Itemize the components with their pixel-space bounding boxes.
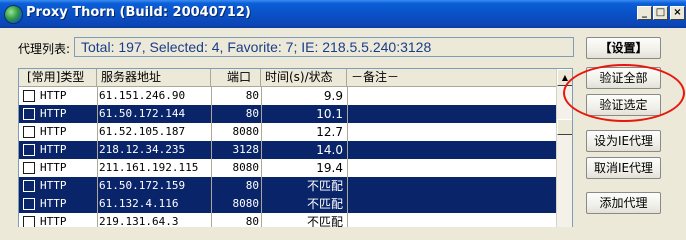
time-status: 14.0 xyxy=(316,143,343,157)
window-title: Proxy Thorn (Build: 20040712) xyxy=(26,5,251,20)
title-bar[interactable]: Proxy Thorn (Build: 20040712) _ □ × xyxy=(0,0,686,28)
server-address: 218.12.34.235 xyxy=(99,143,186,156)
type-label: HTTP xyxy=(40,197,67,210)
table-row[interactable]: HTTP 219.131.64.3 80 不匹配 xyxy=(19,213,556,227)
port-value: 8080 xyxy=(232,197,260,210)
column-header-server[interactable]: 服务器地址 xyxy=(97,69,211,86)
column-header-note[interactable]: －备注－ xyxy=(347,69,556,86)
time-status: 不匹配 xyxy=(306,215,343,227)
proxy-list[interactable]: [常用]类型 服务器地址 端口 时间(s)/状态 －备注－ HTTP 61.151… xyxy=(18,68,573,227)
type-cell: HTTP xyxy=(23,195,93,213)
favorite-checkbox[interactable] xyxy=(23,126,35,138)
favorite-checkbox[interactable] xyxy=(23,216,35,227)
time-status: 不匹配 xyxy=(306,179,343,193)
port-value: 80 xyxy=(245,215,259,227)
port-value: 80 xyxy=(245,179,259,192)
type-cell: HTTP xyxy=(23,87,93,105)
server-address: 211.161.192.115 xyxy=(99,161,199,174)
column-divider xyxy=(347,86,348,227)
time-status: 10.1 xyxy=(316,107,343,121)
server-address: 61.151.246.90 xyxy=(99,89,186,102)
favorite-checkbox[interactable] xyxy=(23,90,35,102)
type-cell: HTTP xyxy=(23,177,93,195)
type-cell: HTTP xyxy=(23,105,93,123)
minimize-button[interactable]: _ xyxy=(637,6,652,20)
type-cell: HTTP xyxy=(23,123,93,141)
port-value: 80 xyxy=(245,89,259,102)
type-label: HTTP xyxy=(40,215,67,227)
type-label: HTTP xyxy=(40,161,67,174)
type-label: HTTP xyxy=(40,179,67,192)
type-label: HTTP xyxy=(40,89,67,102)
table-row[interactable]: HTTP 211.161.192.115 8080 19.4 xyxy=(19,159,556,177)
globe-icon xyxy=(4,5,23,24)
maximize-button[interactable]: □ xyxy=(653,6,668,20)
favorite-checkbox[interactable] xyxy=(23,108,35,120)
close-button[interactable]: × xyxy=(670,6,685,20)
port-value: 80 xyxy=(245,107,259,120)
summary-status: Total: 197, Selected: 4, Favorite: 7; IE… xyxy=(74,37,574,57)
set-ie-proxy-button[interactable]: 设为IE代理 xyxy=(586,130,661,152)
server-address: 61.52.105.187 xyxy=(99,125,186,138)
column-divider xyxy=(97,86,98,227)
type-label: HTTP xyxy=(40,125,67,138)
table-row[interactable]: HTTP 61.50.172.144 80 10.1 xyxy=(19,105,556,123)
favorite-checkbox[interactable] xyxy=(23,180,35,192)
type-label: HTTP xyxy=(40,107,67,120)
scroll-thumb[interactable] xyxy=(557,119,572,135)
proxy-list-label: 代理列表: xyxy=(18,42,71,56)
add-proxy-button[interactable]: 添加代理 xyxy=(586,192,661,214)
server-address: 61.132.4.116 xyxy=(99,197,179,210)
table-row[interactable]: HTTP 61.50.172.159 80 不匹配 xyxy=(19,177,556,195)
favorite-checkbox[interactable] xyxy=(23,198,35,210)
time-status: 19.4 xyxy=(316,161,343,175)
type-cell: HTTP xyxy=(23,141,93,159)
list-header: [常用]类型 服务器地址 端口 时间(s)/状态 －备注－ xyxy=(19,69,556,87)
type-cell: HTTP xyxy=(23,213,93,227)
type-label: HTTP xyxy=(40,143,67,156)
column-divider xyxy=(211,86,212,227)
server-address: 61.50.172.159 xyxy=(99,179,186,192)
column-divider xyxy=(261,86,262,227)
table-row[interactable]: HTTP 218.12.34.235 3128 14.0 xyxy=(19,141,556,159)
port-value: 8080 xyxy=(232,125,260,138)
favorite-checkbox[interactable] xyxy=(23,162,35,174)
column-header-port[interactable]: 端口 xyxy=(211,69,261,86)
port-value: 3128 xyxy=(232,143,260,156)
cancel-ie-proxy-button[interactable]: 取消IE代理 xyxy=(586,157,661,179)
column-header-type[interactable]: [常用]类型 xyxy=(19,69,97,86)
table-row[interactable]: HTTP 61.52.105.187 8080 12.7 xyxy=(19,123,556,141)
type-cell: HTTP xyxy=(23,159,93,177)
column-header-time[interactable]: 时间(s)/状态 xyxy=(261,69,347,86)
server-address: 61.50.172.144 xyxy=(99,107,186,120)
table-row[interactable]: HTTP 61.151.246.90 80 9.9 xyxy=(19,87,556,105)
server-address: 219.131.64.3 xyxy=(99,215,179,227)
port-value: 8080 xyxy=(232,161,260,174)
time-status: 9.9 xyxy=(323,89,343,103)
favorite-checkbox[interactable] xyxy=(23,144,35,156)
highlight-ellipse xyxy=(563,64,685,122)
settings-button[interactable]: 【设置】 xyxy=(586,37,661,59)
table-row[interactable]: HTTP 61.132.4.116 8080 不匹配 xyxy=(19,195,556,213)
time-status: 12.7 xyxy=(316,125,343,139)
time-status: 不匹配 xyxy=(306,197,343,211)
